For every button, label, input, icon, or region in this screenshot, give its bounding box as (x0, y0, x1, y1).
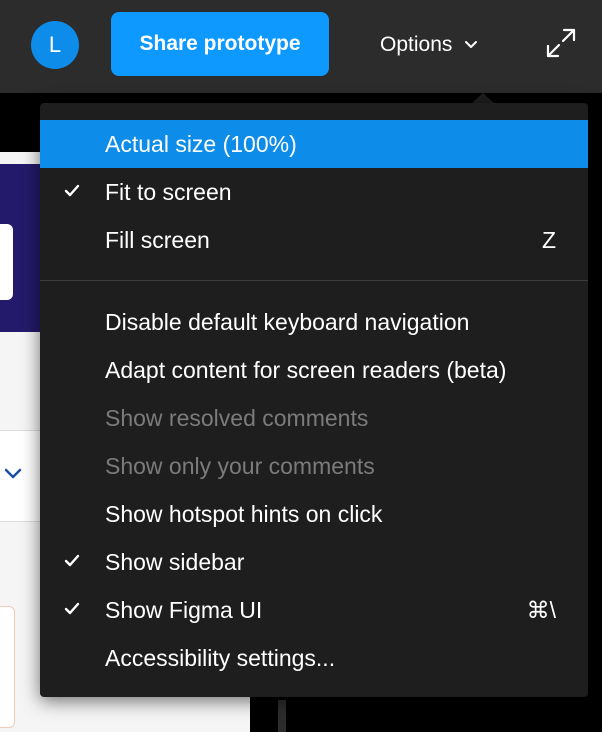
expand-icon[interactable] (545, 27, 577, 59)
chevron-down-icon (4, 468, 22, 479)
canvas-divider (278, 700, 286, 732)
avatar[interactable]: L (31, 21, 79, 69)
prototype-frame-input (0, 224, 13, 300)
menu-item-show-figma-ui[interactable]: Show Figma UI ⌘\ (40, 586, 588, 634)
menu-item-disable-keyboard-nav[interactable]: Disable default keyboard navigation (40, 298, 588, 346)
checkmark-icon (64, 184, 80, 197)
menu-item-label: Show resolved comments (105, 404, 369, 431)
menu-item-label: Fit to screen (105, 178, 232, 205)
options-menu: Actual size (100%) Fit to screen Fill sc… (40, 103, 588, 697)
menu-item-label: Accessibility settings... (105, 644, 336, 671)
menu-item-label: Show sidebar (105, 548, 245, 575)
menu-item-actual-size[interactable]: Actual size (100%) (40, 120, 588, 168)
menu-item-adapt-screen-readers[interactable]: Adapt content for screen readers (beta) (40, 346, 588, 394)
checkmark-icon (64, 554, 80, 567)
menu-item-shortcut: ⌘\ (526, 596, 556, 623)
menu-item-label: Adapt content for screen readers (beta) (105, 356, 507, 383)
options-label: Options (380, 33, 453, 56)
menu-caret (472, 93, 494, 103)
prototype-toolbar: L Share prototype Options (0, 0, 602, 92)
menu-item-label: Show hotspot hints on click (105, 500, 383, 527)
prototype-frame-box (0, 606, 15, 728)
menu-item-fit-to-screen[interactable]: Fit to screen (40, 168, 588, 216)
menu-item-accessibility-settings[interactable]: Accessibility settings... (40, 634, 588, 682)
menu-item-fill-screen[interactable]: Fill screen Z (40, 216, 588, 264)
menu-item-shortcut: Z (541, 226, 556, 253)
menu-item-label: Actual size (100%) (105, 130, 297, 157)
share-prototype-button[interactable]: Share prototype (111, 12, 329, 76)
menu-item-show-sidebar[interactable]: Show sidebar (40, 538, 588, 586)
menu-item-label: Fill screen (105, 226, 210, 253)
menu-item-show-only-your-comments: Show only your comments (40, 442, 588, 490)
options-button[interactable]: Options (370, 22, 500, 68)
chevron-down-icon (465, 41, 478, 48)
menu-item-label: Disable default keyboard navigation (105, 308, 470, 335)
menu-item-show-hotspot-hints[interactable]: Show hotspot hints on click (40, 490, 588, 538)
menu-item-label: Show Figma UI (105, 596, 263, 623)
menu-item-show-resolved-comments: Show resolved comments (40, 394, 588, 442)
checkmark-icon (64, 602, 80, 615)
menu-separator (40, 280, 588, 281)
menu-item-label: Show only your comments (105, 452, 375, 479)
